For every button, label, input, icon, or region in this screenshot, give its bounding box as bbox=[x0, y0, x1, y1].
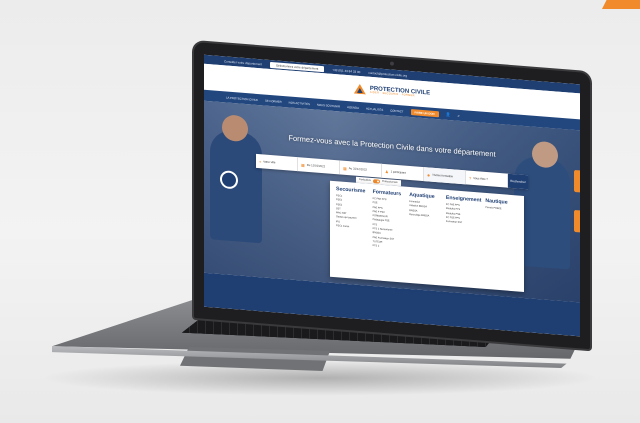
toggle-right-label: Professionnels bbox=[381, 180, 398, 185]
nav-item-activites[interactable]: NOS ACTIVITÉS bbox=[289, 100, 310, 106]
nav-item-se-former[interactable]: SE FORMER bbox=[265, 98, 282, 103]
side-tab-top[interactable] bbox=[574, 169, 580, 193]
search-icon[interactable]: ⌕ bbox=[458, 113, 460, 118]
toggle-switch[interactable] bbox=[372, 179, 380, 184]
theme-dropdown: Secourisme PSC1 PSE1 PSE2 SST MAC SST Ge… bbox=[330, 180, 524, 292]
logo-triangle-icon[interactable] bbox=[354, 84, 366, 95]
logo[interactable]: PROTECTION CIVILE AIDER · SECOURIR · FOR… bbox=[370, 86, 430, 99]
search-field-theme[interactable]: ◈ Thème formation bbox=[424, 167, 466, 185]
search-field-profile[interactable]: ? Vous êtes ? bbox=[466, 170, 508, 188]
donate-button[interactable]: FAIRE UN DON bbox=[410, 108, 439, 117]
laptop-screen: Consulter votre département Sélectionnez… bbox=[204, 54, 580, 337]
search-field-label: Vous êtes ? bbox=[473, 175, 488, 182]
corner-accent bbox=[602, 0, 640, 9]
person-icon: ♟ bbox=[385, 168, 389, 174]
category-formateurs: Formateurs FC PAE FPS PSE PAE FPS PAE F … bbox=[373, 189, 406, 278]
search-field-label: Votre ville bbox=[263, 159, 276, 165]
category-secourisme: Secourisme PSC1 PSE1 PSE2 SST MAC SST Ge… bbox=[336, 186, 369, 275]
search-field-label: Du 12/01/2022 bbox=[306, 162, 326, 169]
nav-item-protection-civile[interactable]: LA PROTECTION CIVILE bbox=[226, 95, 258, 102]
search-field-start-date[interactable]: ▦ Du 12/01/2022 bbox=[298, 157, 340, 175]
category-nautique: Nautique Permis PRBZE bbox=[485, 198, 518, 287]
search-field-label: Au 31/12/2022 bbox=[348, 166, 367, 172]
calendar-icon: ▦ bbox=[301, 161, 305, 168]
utility-phone[interactable]: +33 (0)1 43 84 33 00 bbox=[332, 67, 360, 73]
nav-item-contact[interactable]: CONTACT bbox=[390, 108, 403, 113]
tag-icon: ◈ bbox=[427, 171, 431, 178]
category-title: Secourisme bbox=[336, 186, 366, 195]
laptop-lid: Consulter votre département Sélectionnez… bbox=[194, 42, 590, 350]
category-title: Formateurs bbox=[372, 189, 402, 198]
category-item[interactable]: Permis PRBZE bbox=[485, 206, 518, 213]
user-icon[interactable]: 👤 bbox=[446, 112, 451, 117]
toggle-left-label: Particuliers bbox=[359, 178, 371, 183]
calendar-icon: ▦ bbox=[343, 165, 347, 171]
question-icon: ? bbox=[469, 175, 472, 181]
hero-banner: Formez-vous avec la Protection Civile da… bbox=[204, 100, 580, 303]
search-field-end-date[interactable]: ▦ Au 31/12/2022 bbox=[340, 160, 382, 178]
rescuer-figure-left bbox=[210, 129, 262, 244]
nav-item-actualites[interactable]: ACTUALITÉS bbox=[366, 106, 383, 111]
category-title: Aquatique bbox=[409, 191, 435, 200]
search-field-city[interactable]: ⌖ Votre ville bbox=[256, 153, 298, 172]
webcam-icon bbox=[390, 61, 394, 66]
category-aquatique: Aquatique Formation Initiation BNSSA BNS… bbox=[409, 192, 442, 281]
utility-label: Consulter votre département bbox=[224, 58, 263, 66]
search-field-label: Thème formation bbox=[432, 172, 454, 179]
uniform-badge-icon bbox=[222, 172, 236, 188]
location-pin-icon: ⌖ bbox=[259, 158, 262, 164]
category-title: Nautique bbox=[485, 197, 508, 206]
nav-item-agenda[interactable]: AGENDA bbox=[347, 105, 359, 110]
search-field-label: 1 participant bbox=[390, 169, 406, 175]
side-tab-bottom[interactable] bbox=[574, 209, 580, 233]
search-submit-button[interactable]: Rechercher bbox=[508, 173, 528, 190]
nav-item-soutenir[interactable]: NOUS SOUTENIR bbox=[317, 102, 340, 108]
category-enseignement: Enseignement FC PAE FPS Modules FTS Modu… bbox=[446, 195, 481, 284]
